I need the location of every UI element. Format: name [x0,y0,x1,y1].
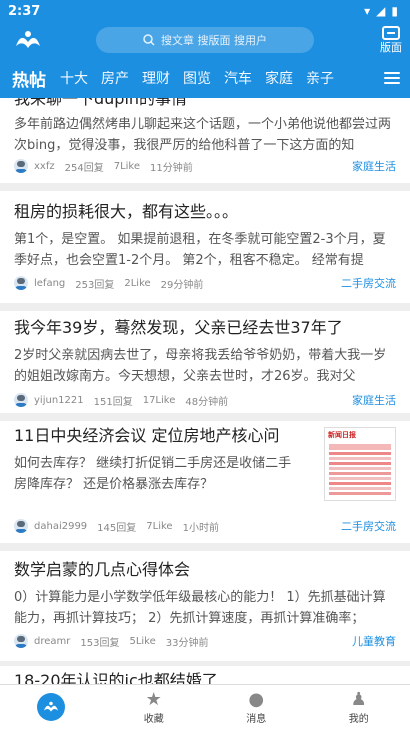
post-card[interactable]: 我来聊一下dupin的事情 多年前路边偶然烤串儿聊起来这个话题，一个小弟他说他都… [0,98,410,183]
search-input[interactable]: 搜文章 搜版面 搜用户 [96,27,314,53]
post-user[interactable]: dahai2999 [34,521,87,532]
layout-icon [382,26,400,40]
post-likes: 7Like [113,160,141,172]
post-thumbnail[interactable]: 新闻日报 [324,427,396,501]
post-likes: 7Like [146,520,173,532]
battery-icon: ▮ [391,4,398,18]
post-user[interactable]: dreamr [34,636,70,647]
post-likes: 17Like [142,394,176,406]
post-title[interactable]: 18-20年认识的jc也都结婚了 [14,670,396,684]
post-title[interactable]: 我今年39岁，蓦然发现，父亲已经去世37年了 [14,317,396,339]
post-replies: 253回复 [75,279,115,291]
post-meta: dahai2999 145回复 7Like 1小时前 二手房交流 [14,518,396,534]
post-excerpt: 0）计算能力是小学数学低年级最核心的能力！ 1）先抓基础计算能力，再抓计算技巧；… [14,590,386,626]
post-time: 29分钟前 [160,279,204,291]
post-user[interactable]: lefang [34,278,65,289]
post-card[interactable]: 我今年39岁，蓦然发现，父亲已经去世37年了 2岁时父亲就因病去世了，母亲将我丢… [0,303,410,413]
post-excerpt: 如何去库存？ 继续打折促销二手房还是收储二手房降库存？ 还是价格暴涨去库存？ [14,456,292,492]
avatar[interactable] [14,393,28,407]
signal-icon: ◢ [376,4,386,18]
search-placeholder: 搜文章 搜版面 搜用户 [161,34,267,47]
tab-favorites[interactable]: ★ 收藏 [103,685,206,729]
post-replies: 254回复 [64,162,104,174]
post-board-tag[interactable]: 二手房交流 [341,518,396,534]
post-card[interactable]: 租房的损耗很大，都有这些。。。 第1个，是空置。 如果提前退租，在冬季就可能空置… [0,191,410,303]
post-title[interactable]: 租房的损耗很大，都有这些。。。 [14,201,396,223]
avatar[interactable] [14,519,28,533]
status-time: 2:37 [8,3,41,19]
avatar[interactable] [14,276,28,290]
post-card[interactable]: 11日中央经济会议 定位房地产核心问 如何去库存？ 继续打折促销二手房还是收储二… [0,421,410,543]
post-replies: 153回复 [80,637,120,649]
post-board-tag[interactable]: 家庭生活 [352,392,396,408]
post-time: 1小时前 [182,522,219,534]
post-board-tag[interactable]: 儿童教育 [352,633,396,649]
post-card[interactable]: 数学启蒙的几点心得体会 0）计算能力是小学数学低年级最核心的能力！ 1）先抓基础… [0,551,410,661]
post-user[interactable]: xxfz [34,161,55,172]
tab-family[interactable]: 家庭 [265,68,293,88]
wifi-icon: ▾ [364,4,371,18]
tab-home[interactable] [0,685,103,729]
star-icon: ★ [145,688,162,710]
post-excerpt: 2岁时父亲就因病去世了，母亲将我丢给爷爷奶奶，带着大我一岁的姐姐改嫁南方。今天想… [14,348,387,384]
tab-top10[interactable]: 十大 [60,68,88,88]
category-nav: 热帖 十大 房产 理财 图览 汽车 家庭 亲子 [0,58,410,98]
post-meta: lefang 253回复 2Like 29分钟前 二手房交流 [14,275,396,291]
tab-hot[interactable]: 热帖 [12,66,46,91]
post-card[interactable]: 18-20年认识的jc也都结婚了 [0,666,410,684]
post-board-tag[interactable]: 家庭生活 [352,158,396,174]
post-likes: 2Like [124,277,151,289]
tab-profile[interactable]: ♟ 我的 [308,685,410,729]
tab-finance[interactable]: 理财 [142,68,170,88]
tab-favorites-label: 收藏 [143,713,164,725]
avatar[interactable] [14,159,28,173]
post-replies: 151回复 [93,396,133,408]
post-time: 33分钟前 [165,637,209,649]
post-excerpt: 多年前路边偶然烤串儿聊起来这个话题，一个小弟他说他都尝过两次bing，觉得没事，… [14,117,392,153]
menu-icon[interactable] [384,72,400,84]
home-logo-icon [37,693,66,721]
post-excerpt: 第1个，是空置。 如果提前退租，在冬季就可能空置2-3个月，夏季好点，也会空置1… [14,232,386,268]
user-icon: ♟ [350,688,367,710]
post-title[interactable]: 数学启蒙的几点心得体会 [14,559,396,581]
tab-gallery[interactable]: 图览 [183,68,211,88]
tab-messages[interactable]: ● 消息 [205,685,308,729]
top-bar: 2:37 ▾ ◢ ▮ 搜文章 搜版面 搜用户 版面 热帖 十大 房产 理财 图览… [0,0,410,98]
tab-profile-label: 我的 [348,713,369,725]
chat-bubble-icon: ● [248,688,265,710]
bottom-tab-bar: ★ 收藏 ● 消息 ♟ 我的 [0,684,410,729]
post-title[interactable]: 我来聊一下dupin的事情 [14,98,396,110]
search-icon [143,34,155,46]
thumbnail-header: 新闻日报 [328,431,356,439]
avatar[interactable] [14,634,28,648]
post-meta: dreamr 153回复 5Like 33分钟前 儿童教育 [14,633,396,649]
post-board-tag[interactable]: 二手房交流 [341,275,396,291]
layout-label: 版面 [380,41,402,54]
post-user[interactable]: yijun1221 [34,395,84,406]
post-time: 48分钟前 [185,396,229,408]
tab-auto[interactable]: 汽车 [224,68,252,88]
post-title[interactable]: 11日中央经济会议 定位房地产核心问 [14,425,314,447]
app-logo-icon[interactable] [12,26,44,54]
post-likes: 5Like [129,635,156,647]
post-meta: xxfz 254回复 7Like 11分钟前 家庭生活 [14,158,396,174]
post-time: 11分钟前 [150,162,193,174]
post-replies: 145回复 [97,522,137,534]
post-feed[interactable]: 我来聊一下dupin的事情 多年前路边偶然烤串儿聊起来这个话题，一个小弟他说他都… [0,98,410,684]
status-bar: 2:37 ▾ ◢ ▮ [0,0,410,22]
header-row: 搜文章 搜版面 搜用户 版面 [0,22,410,58]
post-meta: yijun1221 151回复 17Like 48分钟前 家庭生活 [14,392,396,408]
tab-messages-label: 消息 [246,713,267,725]
layout-button[interactable]: 版面 [380,26,402,54]
tab-property[interactable]: 房产 [101,68,129,88]
tab-parenting[interactable]: 亲子 [306,68,334,88]
